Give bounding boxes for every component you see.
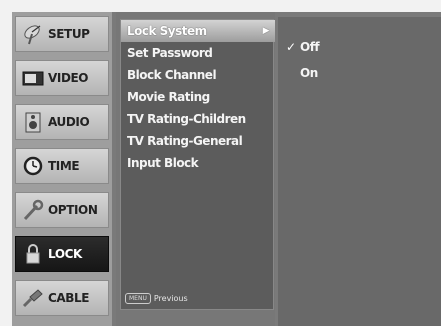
tab-label: LOCK [48, 247, 82, 261]
menu-key-icon: MENU [125, 292, 151, 304]
tab-audio[interactable]: AUDIO [15, 104, 109, 140]
previous-hint: MENU Previous [125, 291, 275, 305]
tab-label: AUDIO [48, 115, 90, 129]
tab-label: VIDEO [48, 71, 89, 85]
category-tabs: SETUP VIDEO AUDIO TIME OPTION LOCK CABLE [12, 12, 112, 326]
menu-item-label: Movie Rating [127, 90, 210, 104]
menu-item-label: TV Rating-General [127, 134, 243, 148]
menu-item-set-password[interactable]: Set Password [121, 42, 275, 64]
padlock-icon [20, 241, 46, 267]
previous-label: Previous [153, 293, 188, 303]
option-on[interactable]: On [282, 63, 432, 83]
options-panel: ✓ Off On [278, 17, 441, 326]
menu-item-tv-rating-children[interactable]: TV Rating-Children [121, 108, 275, 130]
menu-item-lock-system[interactable]: Lock System ▶ [121, 20, 275, 42]
tab-cable[interactable]: CABLE [15, 280, 109, 316]
option-label: On [300, 66, 318, 80]
menu-item-label: Lock System [127, 24, 207, 38]
option-label: Off [300, 40, 320, 54]
tab-label: TIME [48, 159, 80, 173]
clock-icon [20, 153, 46, 179]
menu-item-tv-rating-general[interactable]: TV Rating-General [121, 130, 275, 152]
arrow-right-icon: ▶ [262, 26, 270, 36]
tab-lock[interactable]: LOCK [15, 236, 109, 272]
menu-item-input-block[interactable]: Input Block [121, 152, 275, 174]
menu-item-movie-rating[interactable]: Movie Rating [121, 86, 275, 108]
monitor-icon [20, 65, 46, 91]
tab-label: CABLE [48, 291, 90, 305]
cable-icon [20, 285, 46, 311]
tab-video[interactable]: VIDEO [15, 60, 109, 96]
menu-item-block-channel[interactable]: Block Channel [121, 64, 275, 86]
checkmark-icon: ✓ [286, 40, 296, 54]
tab-label: OPTION [48, 203, 98, 217]
satellite-dish-icon [20, 21, 46, 47]
lock-submenu: Lock System ▶ Set Password Block Channel… [116, 12, 275, 326]
menu-item-label: Input Block [127, 156, 199, 170]
tab-option[interactable]: OPTION [15, 192, 109, 228]
tab-label: SETUP [48, 27, 90, 41]
osd-menu: SETUP VIDEO AUDIO TIME OPTION LOCK CABLE… [12, 12, 441, 326]
speaker-icon [20, 109, 46, 135]
tab-setup[interactable]: SETUP [15, 16, 109, 52]
menu-item-label: TV Rating-Children [127, 112, 246, 126]
wrench-icon [20, 197, 46, 223]
menu-item-label: Set Password [127, 46, 213, 60]
tab-time[interactable]: TIME [15, 148, 109, 184]
lock-submenu-panel: Lock System ▶ Set Password Block Channel… [120, 19, 275, 310]
menu-item-label: Block Channel [127, 68, 217, 82]
option-off[interactable]: ✓ Off [282, 37, 432, 57]
